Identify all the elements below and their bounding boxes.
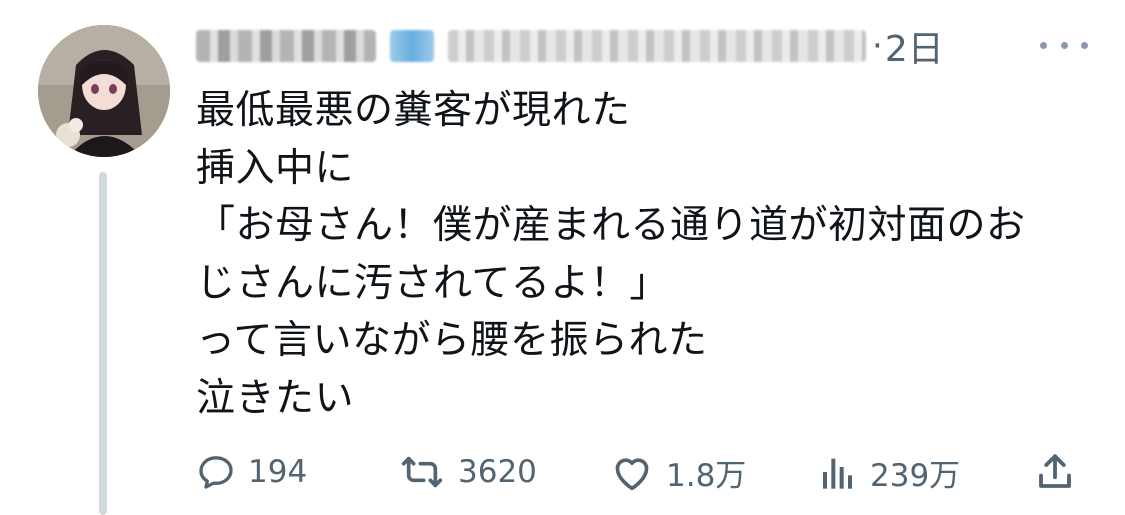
share-icon [1034, 451, 1076, 493]
view-count: 239万 [870, 457, 961, 494]
tweet[interactable]: · 2日 最低最悪の糞客が現れた 挿入中に 「お母さん！僕が産まれる通り道が初対… [0, 0, 1125, 515]
more-icon[interactable] [1040, 30, 1088, 60]
reply-count: 194 [248, 454, 308, 490]
thread-line [99, 172, 107, 515]
share-button[interactable] [1034, 445, 1076, 499]
tweet-header: · 2日 [196, 18, 944, 74]
display-name-blurred[interactable] [196, 30, 376, 62]
like-button[interactable]: 1.8万 [610, 445, 746, 499]
like-count: 1.8万 [666, 457, 747, 494]
tweet-line: じさんに汚されてるよ！」 [196, 260, 669, 306]
tweet-line: 挿入中に [196, 145, 355, 191]
heart-icon [610, 452, 654, 492]
timestamp[interactable]: 2日 [885, 20, 944, 72]
more-dot [1040, 41, 1047, 49]
views-button[interactable]: 239万 [818, 445, 960, 499]
tweet-line: って言いながら腰を振られた [196, 318, 708, 363]
tweet-line: 「お母さん！僕が産まれる通り道が初対面のお [196, 203, 1026, 248]
verified-badge-blurred [390, 30, 434, 62]
retweet-count: 3620 [458, 454, 537, 490]
reply-button[interactable]: 194 [196, 445, 307, 499]
more-dot [1081, 41, 1088, 49]
retweet-button[interactable]: 3620 [398, 445, 537, 499]
more-dot [1060, 41, 1068, 49]
tweet-line: 泣きたい [196, 375, 355, 421]
views-icon [818, 452, 858, 492]
tweet-line: 最低最悪の糞客が現れた [196, 88, 631, 133]
separator-dot: · [872, 26, 883, 66]
handle-blurred[interactable] [448, 30, 866, 62]
action-bar: 194 3620 1.8万 239万 [196, 445, 1086, 499]
reply-icon [196, 452, 236, 492]
retweet-icon [398, 452, 446, 492]
avatar[interactable] [38, 25, 170, 157]
tweet-text: 最低最悪の糞客が現れた 挿入中に 「お母さん！僕が産まれる通り道が初対面のお じ… [196, 82, 1106, 427]
